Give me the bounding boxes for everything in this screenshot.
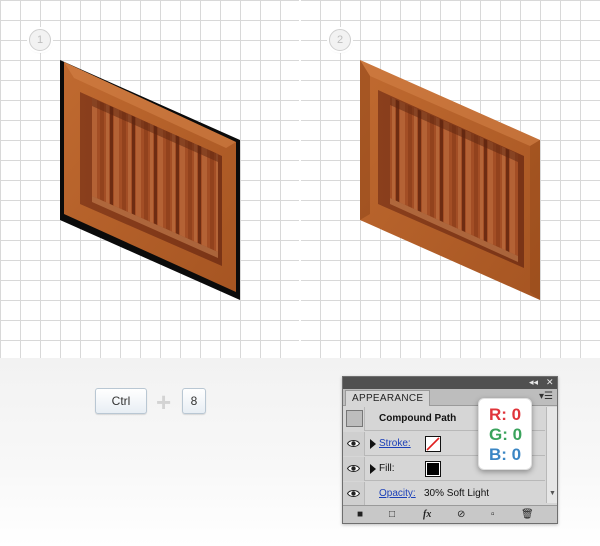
disclosure-triangle-icon[interactable]: [370, 464, 376, 474]
tab-appearance[interactable]: APPEARANCE: [345, 390, 431, 406]
blue-value: B: 0: [489, 445, 522, 464]
object-thumbnail-cell: [343, 407, 365, 431]
opacity-label[interactable]: Opacity:: [379, 482, 416, 506]
eye-icon: [347, 465, 360, 472]
wood-panel-step2: [360, 60, 540, 300]
panel-titlebar: ◂◂ ✕: [343, 377, 557, 389]
clear-icon[interactable]: ⊘: [457, 509, 465, 521]
eye-icon: [347, 490, 360, 497]
opacity-value: 30% Soft Light: [424, 488, 490, 499]
panel-scrollbar[interactable]: ▼: [546, 407, 557, 503]
panel-menu-icon[interactable]: ▾☰: [539, 391, 553, 403]
panel-bottom-toolbar: ■ □ fx ⊘ ▫ 🗑: [343, 505, 557, 523]
disclosure-triangle-icon[interactable]: [370, 439, 376, 449]
green-value: G: 0: [489, 425, 523, 444]
object-type-label: Compound Path: [379, 413, 457, 424]
collapse-icon[interactable]: ◂◂: [529, 376, 538, 388]
object-thumbnail: [346, 410, 363, 427]
eye-icon: [347, 440, 360, 447]
fill-visibility-toggle[interactable]: [343, 457, 365, 481]
stroke-visibility-toggle[interactable]: [343, 432, 365, 456]
red-value: R: 0: [489, 405, 522, 424]
wooden-panels-illustration: [60, 60, 540, 300]
scroll-down-icon[interactable]: ▼: [549, 490, 556, 497]
stroke-label[interactable]: Stroke:: [379, 432, 411, 456]
ctrl-key: Ctrl: [95, 388, 147, 414]
opacity-visibility-toggle[interactable]: [343, 482, 365, 506]
stroke-fill-square-icon[interactable]: ■: [357, 509, 363, 521]
none-swatch-icon: [426, 437, 440, 451]
new-item-icon[interactable]: □: [389, 509, 395, 521]
artboard-grid: 1 2: [0, 0, 600, 358]
rgb-values-callout: R: 0 G: 0 B: 0: [478, 398, 532, 470]
fill-label: Fill:: [379, 463, 395, 474]
fill-black-swatch[interactable]: [425, 461, 441, 477]
fx-icon[interactable]: fx: [423, 509, 431, 521]
trash-icon[interactable]: 🗑: [521, 509, 534, 521]
plus-icon: +: [156, 387, 172, 417]
wood-panel-step1: [60, 60, 240, 300]
opacity-row[interactable]: Opacity: 30% Soft Light: [343, 482, 545, 506]
stroke-none-swatch[interactable]: [425, 436, 441, 452]
key-8: 8: [182, 388, 206, 414]
close-icon[interactable]: ✕: [546, 376, 554, 388]
duplicate-icon[interactable]: ▫: [491, 509, 495, 521]
